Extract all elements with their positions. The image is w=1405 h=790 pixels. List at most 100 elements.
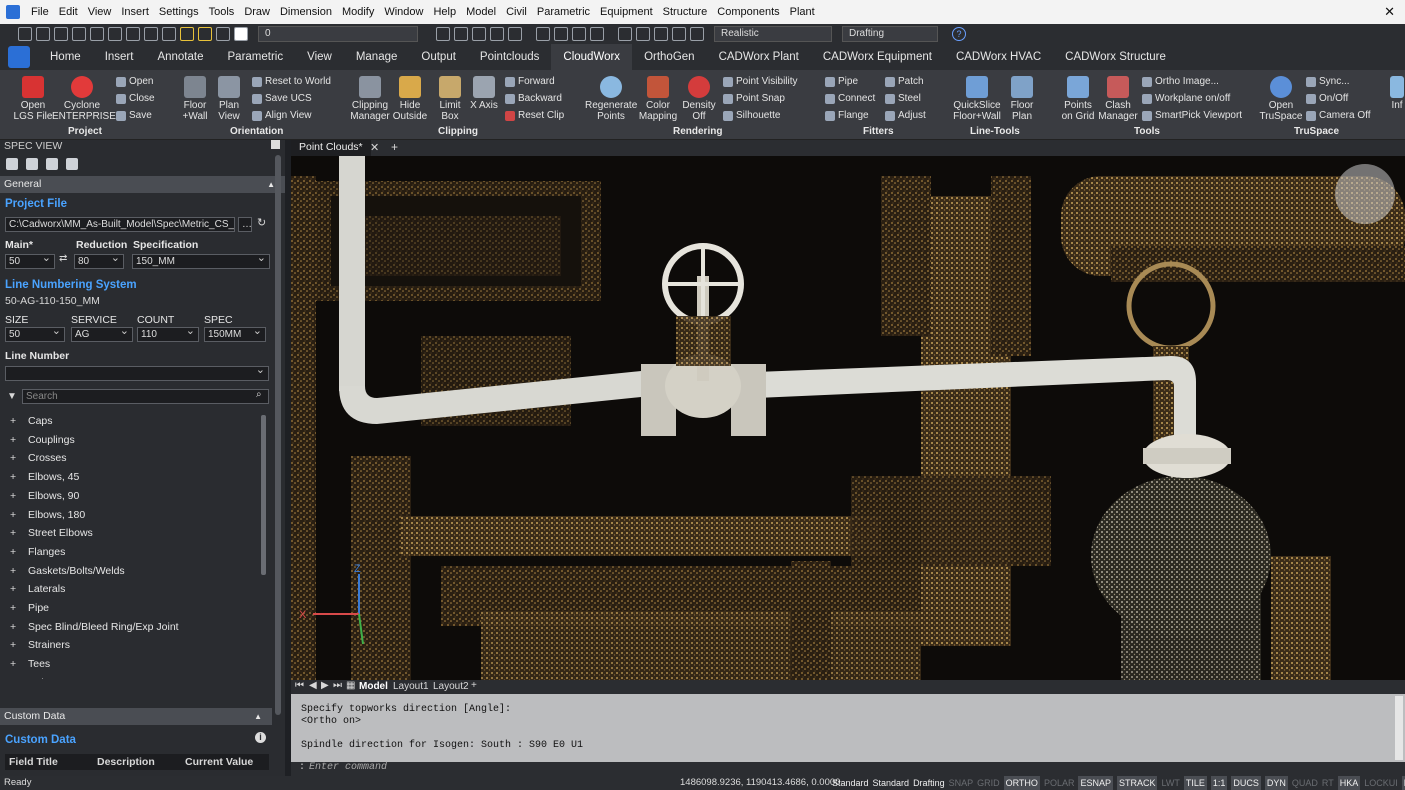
menu-dimension[interactable]: Dimension [275,6,337,18]
gear-icon[interactable] [6,158,18,170]
tree-item[interactable]: + Elbows, 180 [10,509,85,521]
tab-cadworx-structure[interactable]: CADWorx Structure [1053,44,1178,70]
tree-item[interactable]: + Elbows, 45 [10,471,79,483]
expand-icon[interactable]: + [10,677,28,679]
expand-icon[interactable]: + [10,509,28,521]
tab-cloudworx[interactable]: CloudWorx [551,44,633,70]
reduction-select[interactable]: 80 [74,252,124,269]
save-ucs-button[interactable]: Save UCS [252,93,312,104]
menu-draw[interactable]: Draw [239,6,275,18]
col-description[interactable]: Description [93,754,181,770]
expand-icon[interactable]: + [10,565,28,577]
workplane-button[interactable]: Workplane on/off [1142,93,1230,104]
expand-icon[interactable]: + [10,602,28,614]
search-icon[interactable]: ⌕ [256,389,262,400]
expand-icon[interactable]: + [10,471,28,483]
status-toggle-rt[interactable]: RT [1322,776,1334,790]
count-select[interactable]: 110 [137,325,199,342]
clash-manager-button[interactable]: Clash Manager [1098,74,1138,122]
command-scrollbar[interactable] [1395,696,1403,760]
print-icon[interactable] [90,27,104,41]
doc-tab-point-clouds[interactable]: Point Clouds* [291,140,371,156]
status-toggle-ortho[interactable]: ORTHO [1003,776,1040,790]
tab-orthogen[interactable]: OrthoGen [632,44,707,70]
menu-help[interactable]: Help [428,6,461,18]
density-button[interactable]: Density Off [679,74,719,122]
status-toggle-dyn[interactable]: DYN [1264,776,1288,790]
menu-file[interactable]: File [26,6,54,18]
tool-icon-1[interactable] [472,27,486,41]
onoff-button[interactable]: On/Off [1306,93,1348,104]
adjust-button[interactable]: Adjust [885,110,926,121]
status-toggle-quad[interactable]: QUAD [1292,776,1318,790]
open-truspace-button[interactable]: Open TruSpace [1258,74,1304,122]
close-window-icon[interactable]: ✕ [1384,4,1395,20]
expand-icon[interactable]: + [10,583,28,595]
status-toggle-lockui[interactable]: LOCKUI [1364,776,1398,790]
tool-icon-3[interactable] [508,27,522,41]
filter-icon[interactable]: ▼ [7,391,17,402]
pick-icon[interactable] [454,27,468,41]
status-toggle-strack[interactable]: STRACK [1116,776,1158,790]
group-label-project[interactable]: Project [68,126,102,137]
status-toggle-polar[interactable]: POLAR [1044,776,1075,790]
view-iso-icon[interactable] [554,27,568,41]
tab-layout1[interactable]: Layout1 [393,681,429,692]
tree-item[interactable]: + Gaskets/Bolts/Welds [10,565,125,577]
tab-insert[interactable]: Insert [93,44,146,70]
group-label-linetools[interactable]: Line-Tools [970,126,1020,137]
last-layout-icon[interactable]: ⏭ [333,680,342,691]
tab-pointclouds[interactable]: Pointclouds [468,44,551,70]
help-icon[interactable]: ? [952,27,966,41]
menu-model[interactable]: Model [461,6,501,18]
status-toggle-1-1[interactable]: 1:1 [1210,776,1228,790]
plot-icon[interactable] [108,27,122,41]
spec-icon[interactable] [26,158,38,170]
size-select[interactable]: 50 [5,325,65,342]
status-toggle-grid[interactable]: GRID [977,776,1000,790]
general-section-header[interactable]: General ▲ [0,176,285,193]
point-cloud-viewport[interactable]: Z X [291,156,1405,680]
match-icon[interactable] [636,27,650,41]
panel-scrollbar[interactable] [275,155,281,715]
hide-outside-button[interactable]: Hide Outside [390,74,430,122]
tree-item[interactable]: + Spec Blind/Bleed Ring/Exp Joint [10,621,179,633]
tree-item[interactable]: + Couplings [10,434,75,446]
line-number-select[interactable] [5,364,269,381]
tree-item[interactable]: + Tees [10,658,50,670]
menu-structure[interactable]: Structure [658,6,713,18]
menu-plant[interactable]: Plant [785,6,820,18]
tree-item[interactable]: + Laterals [10,583,65,595]
menu-settings[interactable]: Settings [154,6,204,18]
status-toggle-standard[interactable]: Standard [832,776,869,790]
camera-off-button[interactable]: Camera Off [1306,110,1371,121]
connect-button[interactable]: Connect [825,93,875,104]
app-logo-icon[interactable] [8,46,30,68]
expand-icon[interactable]: + [10,434,28,446]
tree-item[interactable]: + Strainers [10,639,70,651]
specification-select[interactable]: 150_MM [132,252,270,269]
command-input[interactable]: Enter command [309,762,387,773]
add-layout-icon[interactable]: + [471,680,477,691]
cyclone-button[interactable]: Cyclone ENTERPRISE [52,74,116,122]
expand-icon[interactable]: + [10,527,28,539]
browse-button[interactable]: … [238,217,252,232]
properties-icon[interactable] [618,27,632,41]
color-mapping-button[interactable]: Color Mapping [635,74,681,122]
swap-icon[interactable]: ⇄ [59,253,67,264]
save-button[interactable]: Save [116,110,152,121]
spec-select[interactable]: 150MM [204,325,266,342]
open-button[interactable]: Open [116,76,153,87]
menu-view[interactable]: View [83,6,117,18]
service-select[interactable]: AG [71,325,133,342]
clipping-manager-button[interactable]: Clipping Manager [350,74,390,122]
custom-data-section-header[interactable]: Custom Data ▲ [0,708,272,725]
tree-item[interactable]: + Pipe [10,602,49,614]
menu-tools[interactable]: Tools [204,6,240,18]
menu-equipment[interactable]: Equipment [595,6,658,18]
visual-style-select[interactable]: Realistic [714,26,832,42]
menu-components[interactable]: Components [712,6,784,18]
close-button[interactable]: Close [116,93,155,104]
tab-view[interactable]: View [295,44,344,70]
publish-icon[interactable] [126,27,140,41]
